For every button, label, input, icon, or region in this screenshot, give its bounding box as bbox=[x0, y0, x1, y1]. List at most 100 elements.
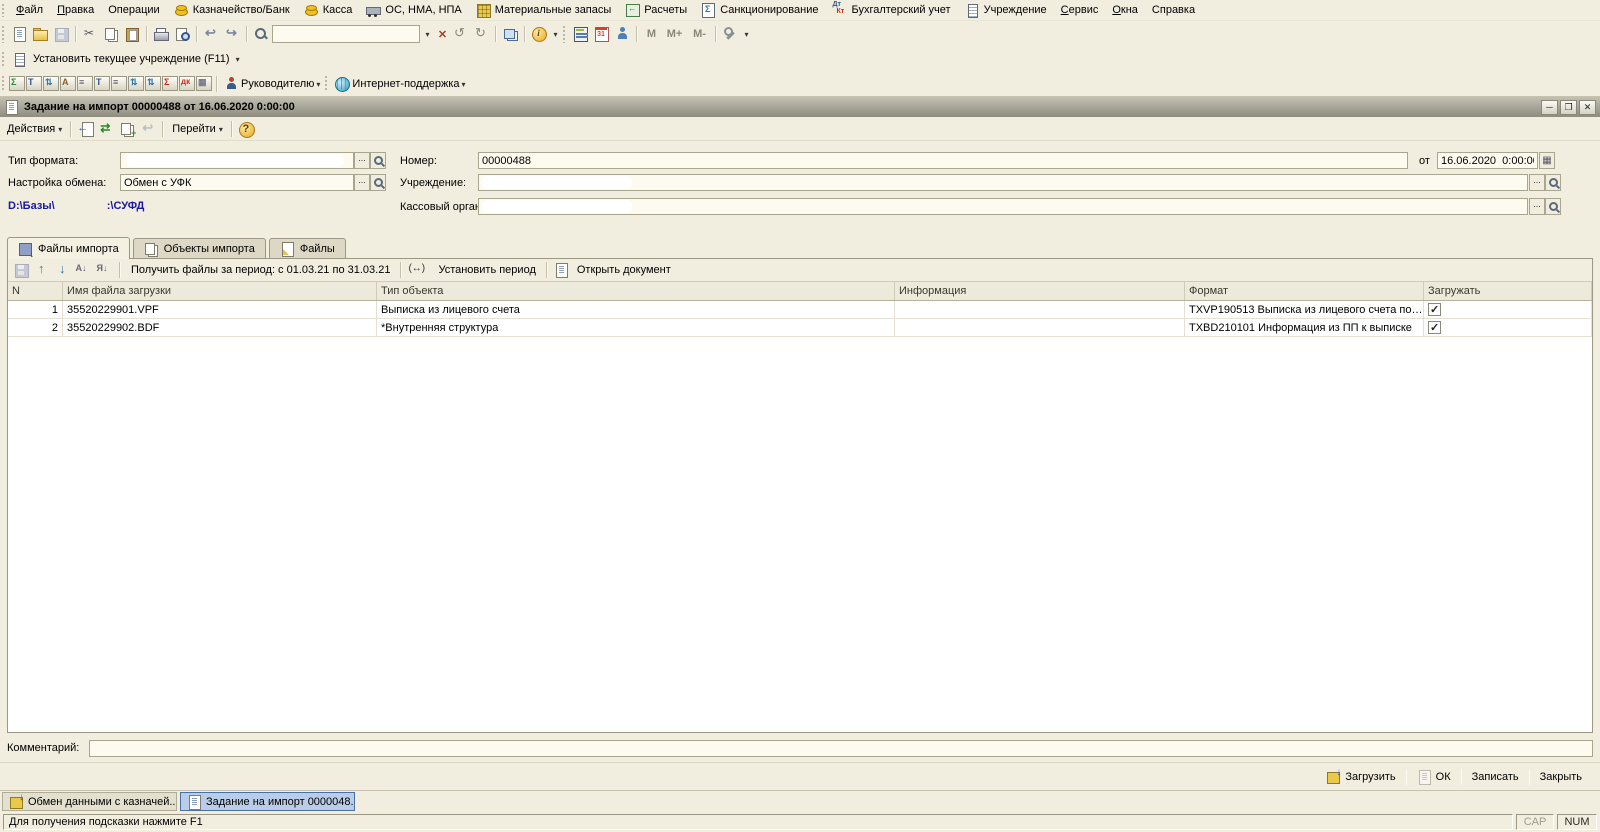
exchange-choose-button[interactable] bbox=[354, 174, 370, 191]
cell-type[interactable]: Выписка из лицевого счета bbox=[377, 301, 895, 318]
report-icon[interactable] bbox=[128, 76, 144, 91]
menu-institution[interactable]: Учреждение bbox=[958, 0, 1054, 20]
report-icon[interactable] bbox=[9, 76, 25, 91]
institution-field[interactable] bbox=[478, 174, 1528, 191]
set-current-institution-button[interactable]: Установить текущее учреждение (F11) bbox=[9, 49, 243, 70]
calculator-button[interactable] bbox=[570, 24, 591, 45]
cell-file[interactable]: 35520229902.BDF bbox=[63, 319, 377, 336]
menu-operations[interactable]: Операции bbox=[101, 0, 166, 20]
save-button[interactable] bbox=[51, 24, 72, 45]
menu-file[interactable]: Файл bbox=[9, 0, 50, 20]
manager-reports-button[interactable]: Руководителю bbox=[221, 73, 323, 94]
col-header-load[interactable]: Загружать bbox=[1424, 282, 1592, 300]
move-up-button[interactable] bbox=[32, 260, 53, 281]
menu-help[interactable]: Справка bbox=[1145, 0, 1202, 20]
comment-field[interactable] bbox=[89, 740, 1593, 757]
taskbar-item-import-task[interactable]: Задание на импорт 0000048... bbox=[180, 792, 355, 811]
format-type-choose-button[interactable] bbox=[354, 152, 370, 169]
report-icon[interactable] bbox=[145, 76, 161, 91]
settings-dropdown-button[interactable] bbox=[741, 24, 752, 45]
table-row[interactable]: 1 35520229901.VPF Выписка из лицевого сч… bbox=[8, 301, 1592, 319]
load-checkbox[interactable] bbox=[1428, 321, 1441, 334]
date-field[interactable] bbox=[1437, 152, 1538, 169]
exchange-open-button[interactable] bbox=[370, 174, 386, 191]
report-icon[interactable] bbox=[43, 76, 59, 91]
write-button[interactable]: Записать bbox=[1464, 769, 1527, 785]
col-header-type[interactable]: Тип объекта bbox=[377, 282, 895, 300]
paste-button[interactable] bbox=[122, 24, 143, 45]
report-icon[interactable] bbox=[94, 76, 110, 91]
import-button[interactable] bbox=[75, 118, 96, 139]
menu-sanctioning[interactable]: Санкционирование bbox=[694, 0, 825, 20]
toolbar-grip[interactable] bbox=[1, 25, 6, 43]
menu-accounting[interactable]: Бухгалтерский учет bbox=[825, 0, 957, 20]
get-files-period-button[interactable]: Получить файлы за период: с 01.03.21 по … bbox=[124, 264, 397, 276]
set-period-button[interactable]: Установить период bbox=[405, 263, 542, 277]
load-checkbox[interactable] bbox=[1428, 303, 1441, 316]
toolbar-grip[interactable] bbox=[1, 75, 6, 93]
menu-treasury-bank[interactable]: Казначейство/Банк bbox=[167, 0, 297, 20]
memory-m-plus-button[interactable]: M+ bbox=[662, 24, 687, 45]
print-button[interactable] bbox=[151, 24, 172, 45]
col-header-file[interactable]: Имя файла загрузки bbox=[63, 282, 377, 300]
cut-button[interactable] bbox=[80, 24, 101, 45]
search-button[interactable] bbox=[251, 24, 272, 45]
memory-m-minus-button[interactable]: M- bbox=[687, 24, 712, 45]
format-type-open-button[interactable] bbox=[370, 152, 386, 169]
minimize-button[interactable]: ─ bbox=[1541, 100, 1558, 115]
settings-button[interactable] bbox=[720, 24, 741, 45]
menu-calculations[interactable]: Расчеты bbox=[618, 0, 694, 20]
menu-windows[interactable]: Окна bbox=[1105, 0, 1145, 20]
tab-import-objects[interactable]: Объекты импорта bbox=[133, 238, 266, 259]
report-icon[interactable] bbox=[162, 76, 178, 91]
calendar-button[interactable] bbox=[591, 24, 612, 45]
sort-asc-button[interactable] bbox=[74, 260, 95, 281]
search-dropdown-button[interactable] bbox=[420, 24, 435, 45]
actions-menu-button[interactable]: Действия bbox=[2, 121, 67, 137]
cell-format[interactable]: TXBD210101 Информация из ПП к выписке bbox=[1185, 319, 1424, 336]
report-icon[interactable] bbox=[111, 76, 127, 91]
close-window-button[interactable]: Закрыть bbox=[1532, 769, 1590, 785]
menu-fixed-assets[interactable]: ОС, НМА, НПА bbox=[359, 0, 468, 20]
close-button[interactable]: ✕ bbox=[1579, 100, 1596, 115]
menu-cash[interactable]: Касса bbox=[297, 0, 360, 20]
open-button[interactable] bbox=[30, 24, 51, 45]
institution-choose-button[interactable] bbox=[1529, 174, 1545, 191]
report-icon[interactable] bbox=[77, 76, 93, 91]
cell-info[interactable] bbox=[895, 319, 1185, 336]
col-header-n[interactable]: N bbox=[8, 282, 63, 300]
toolbar-grip[interactable] bbox=[562, 25, 567, 43]
redo-button[interactable] bbox=[222, 24, 243, 45]
revert-button[interactable] bbox=[138, 118, 159, 139]
col-header-info[interactable]: Информация bbox=[895, 282, 1185, 300]
cash-organ-open-button[interactable] bbox=[1545, 198, 1561, 215]
toolbar-grip[interactable] bbox=[1, 3, 6, 17]
cell-format[interactable]: TXVP190513 Выписка из лицевого счета по… bbox=[1185, 301, 1424, 318]
memory-m-button[interactable]: M bbox=[641, 24, 662, 45]
search-input[interactable] bbox=[272, 25, 420, 43]
tab-files[interactable]: Файлы bbox=[269, 238, 346, 259]
windows-list-button[interactable] bbox=[500, 24, 521, 45]
date-picker-button[interactable] bbox=[1539, 152, 1555, 169]
report-icon[interactable] bbox=[26, 76, 42, 91]
ok-button[interactable]: ОК bbox=[1409, 768, 1459, 786]
menu-material-stock[interactable]: Материальные запасы bbox=[469, 0, 619, 20]
internet-support-button[interactable]: Интернет-поддержка bbox=[332, 73, 468, 94]
toolbar-grip[interactable] bbox=[324, 75, 329, 93]
move-down-button[interactable] bbox=[53, 260, 74, 281]
print-preview-button[interactable] bbox=[172, 24, 193, 45]
undo-button[interactable] bbox=[201, 24, 222, 45]
copy-document-button[interactable] bbox=[117, 118, 138, 139]
report-icon[interactable] bbox=[196, 76, 212, 91]
table-row[interactable]: 2 35520229902.BDF *Внутренняя структура … bbox=[8, 319, 1592, 337]
copy-button[interactable] bbox=[101, 24, 122, 45]
grid-save-button[interactable] bbox=[11, 260, 32, 281]
menu-service[interactable]: Сервис bbox=[1054, 0, 1106, 20]
next-reference-button[interactable] bbox=[471, 24, 492, 45]
new-document-button[interactable] bbox=[9, 24, 30, 45]
exchange-settings-field[interactable] bbox=[120, 174, 354, 191]
temporary-lock-button[interactable] bbox=[612, 24, 633, 45]
clear-search-button[interactable]: ✕ bbox=[435, 24, 450, 45]
col-header-format[interactable]: Формат bbox=[1185, 282, 1424, 300]
institution-open-button[interactable] bbox=[1545, 174, 1561, 191]
